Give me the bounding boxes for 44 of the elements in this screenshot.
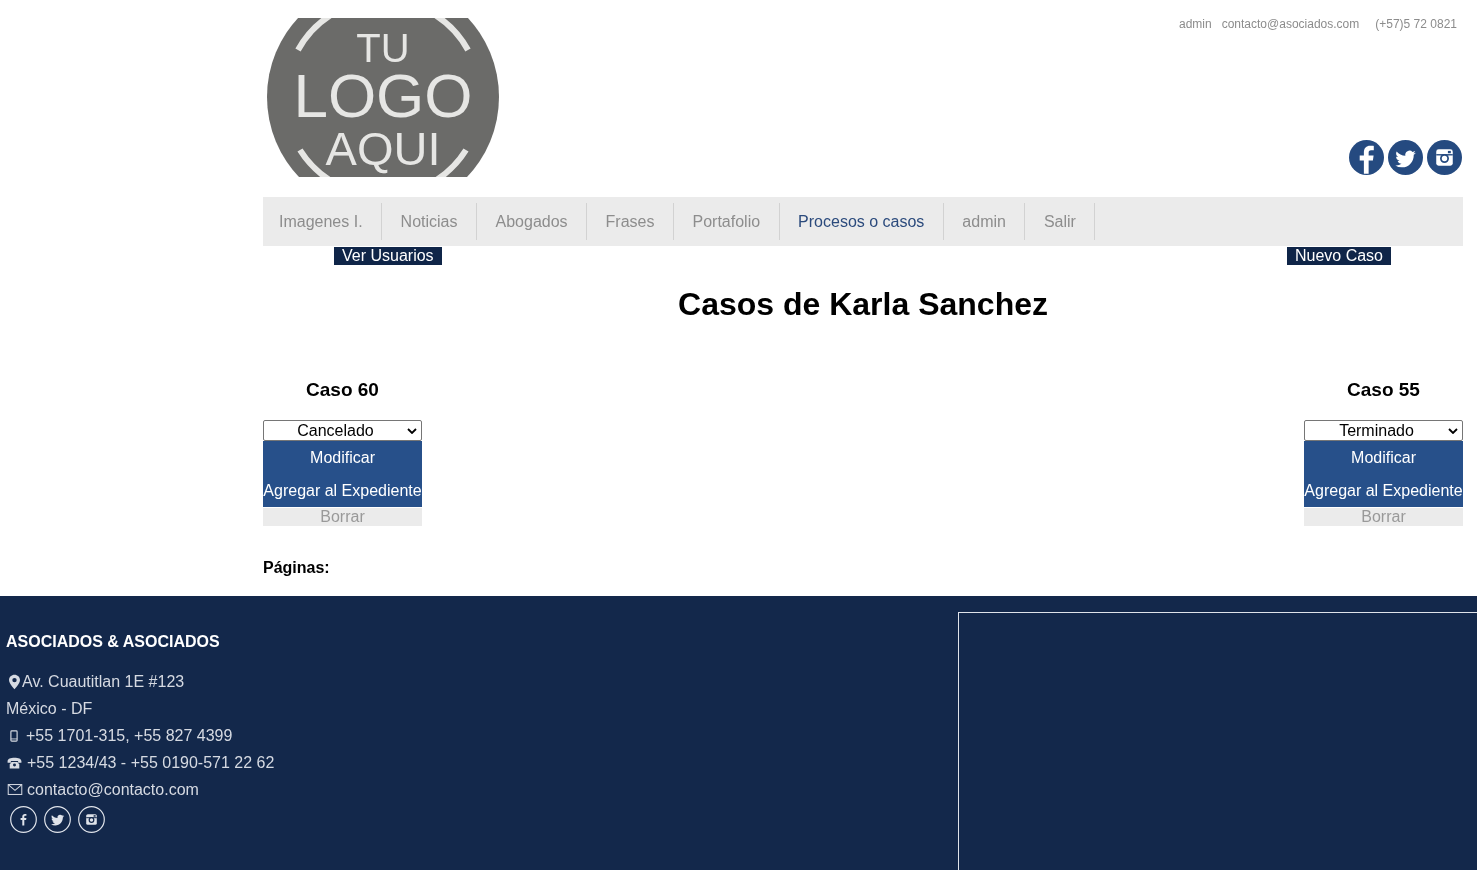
instagram-icon[interactable]: [78, 806, 105, 833]
nav-link[interactable]: Portafolio: [674, 203, 780, 240]
twitter-icon[interactable]: [44, 806, 71, 833]
chevron-down-icon: [1448, 427, 1458, 434]
case-action-button[interactable]: Modificar: [1304, 441, 1463, 474]
case-action-button[interactable]: Agregar al Expediente: [1304, 474, 1463, 507]
phone-number: (+57)5 72 0821: [1375, 17, 1457, 31]
instagram-icon[interactable]: [1427, 140, 1462, 175]
status-select[interactable]: Terminado: [1304, 420, 1463, 441]
status-select[interactable]: Cancelado: [263, 420, 422, 441]
map-pin-icon: [9, 673, 20, 690]
case-action-button[interactable]: Borrar: [263, 508, 422, 526]
case-action-button[interactable]: Modificar: [263, 441, 422, 474]
email-link[interactable]: contacto@asociados.com: [1221, 17, 1360, 31]
company-name: ASOCIADOS & ASOCIADOS: [6, 632, 221, 652]
page-title: Casos de Karla Sanchez: [677, 285, 1049, 323]
email-link[interactable]: contacto@contacto.com: [27, 780, 199, 799]
address-text: Av. Cuautitlan 1E #123: [22, 672, 185, 691]
twitter-icon[interactable]: [1388, 140, 1423, 175]
case-action-button[interactable]: Borrar: [1304, 508, 1463, 526]
nav-link[interactable]: Abogados: [477, 203, 588, 240]
telephone-icon: [7, 756, 22, 769]
phone-number: +55 1234/43 - +55 0190-571 22 62: [27, 753, 275, 772]
nav-link[interactable]: Frases: [587, 203, 674, 240]
envelope-icon: [7, 784, 23, 795]
logo: TU LOGO AQUI: [267, 18, 499, 177]
nav-link[interactable]: Imagenes I.: [263, 203, 383, 240]
user-link[interactable]: admin: [1179, 17, 1212, 31]
case-title: Caso 60: [305, 379, 380, 401]
mobile-phone-icon: [10, 729, 18, 742]
nav-link[interactable]: admin: [943, 203, 1026, 240]
facebook-icon[interactable]: [1349, 140, 1384, 175]
chevron-down-icon: [407, 427, 417, 434]
nav-link[interactable]: Salir: [1025, 203, 1096, 240]
new-case-button[interactable]: Nuevo Caso: [1286, 247, 1391, 265]
mobile-number: +55 1701-315, +55 827 4399: [26, 726, 233, 745]
case-title: Caso 55: [1346, 379, 1421, 401]
address-text: México - DF: [6, 699, 93, 718]
facebook-icon[interactable]: [10, 806, 37, 833]
pagination-label: Páginas:: [263, 559, 331, 577]
view-users-button[interactable]: Ver Usuarios: [334, 247, 442, 265]
case-action-button[interactable]: Agregar al Expediente: [263, 474, 422, 507]
nav-link[interactable]: Noticias: [382, 203, 477, 240]
nav-link[interactable]: Procesos o casos: [779, 203, 944, 240]
